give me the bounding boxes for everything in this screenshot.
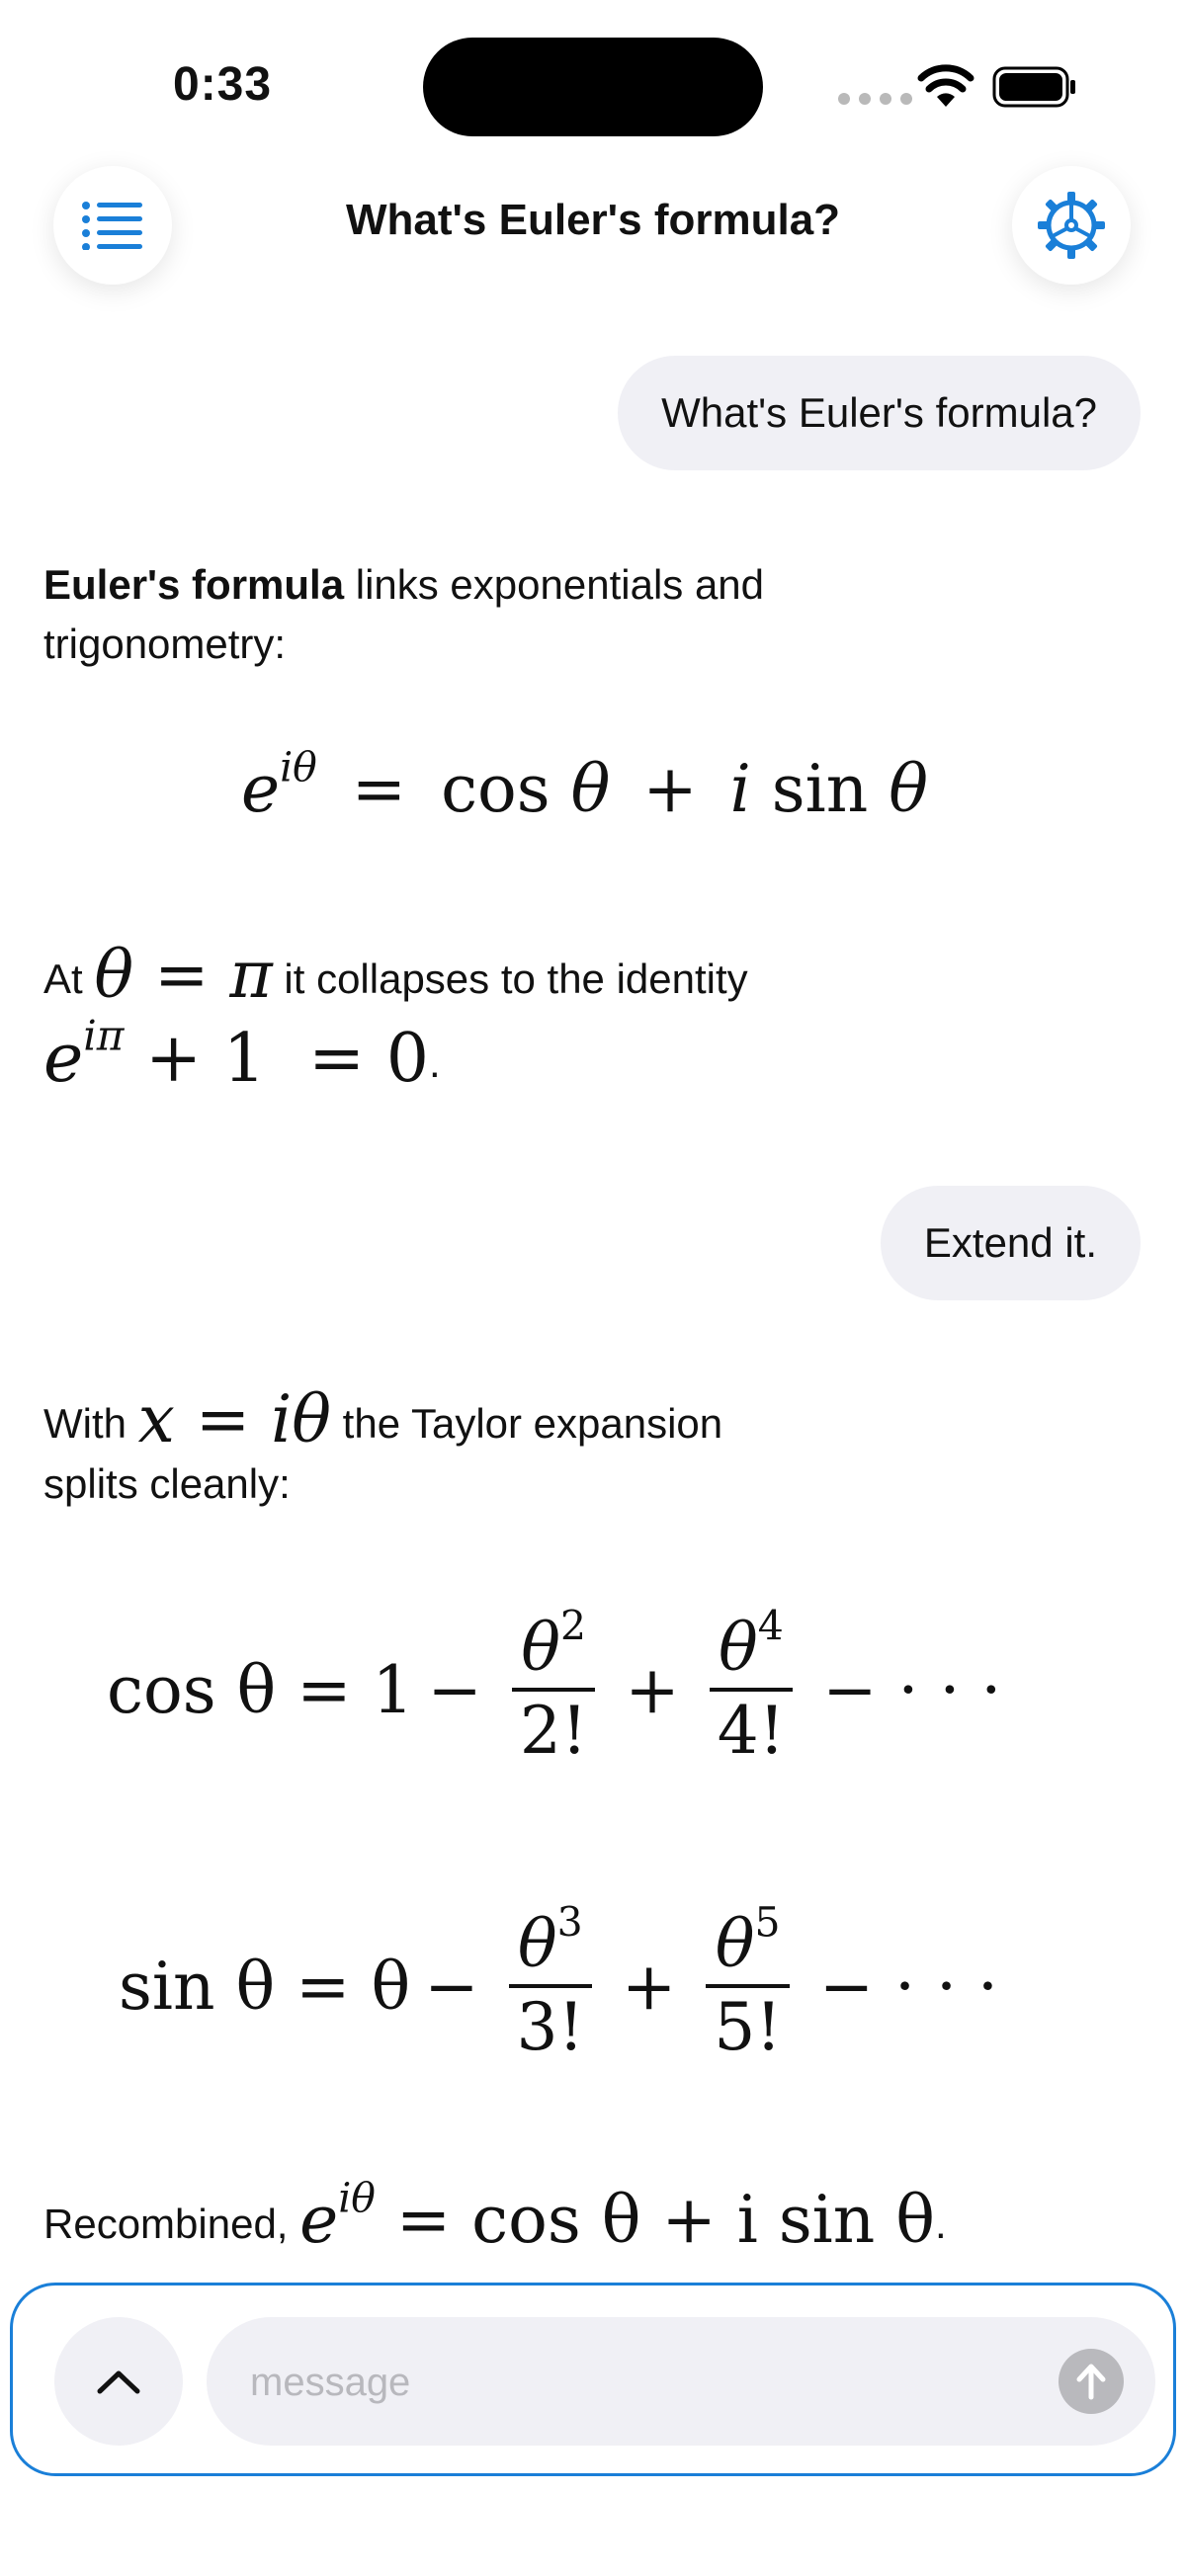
menu-button[interactable] bbox=[53, 166, 172, 285]
send-button[interactable] bbox=[1059, 2349, 1124, 2414]
taylor-intro-line-2: splits cleanly: bbox=[43, 1460, 291, 1507]
message-composer bbox=[10, 2283, 1176, 2476]
dynamic-island bbox=[423, 38, 763, 136]
settings-button[interactable] bbox=[1012, 166, 1131, 285]
battery-icon bbox=[992, 66, 1075, 108]
taylor-intro-line: With x = iθ the Taylor expansion bbox=[43, 1381, 723, 1457]
wifi-icon bbox=[917, 64, 974, 107]
assistant-intro-text: Euler's formula links exponentials and t… bbox=[43, 561, 765, 667]
recombined-math: eiθ = cos θ + i sin θ bbox=[299, 2174, 936, 2258]
fraction: θ3 3! bbox=[508, 1902, 593, 2067]
recombined-line: Recombined, eiθ = cos θ + i sin θ. bbox=[43, 2174, 947, 2258]
list-icon bbox=[82, 202, 142, 250]
page-title: What's Euler's formula? bbox=[345, 196, 841, 244]
expand-button[interactable] bbox=[54, 2317, 183, 2446]
sin-taylor-series: sin θ = θ − θ3 3! + θ5 5! − · · · bbox=[119, 1898, 999, 2067]
euler-identity-line: eiπ + 1 = 0. bbox=[43, 1011, 441, 1098]
user-message-bubble: What's Euler's formula? bbox=[618, 356, 1141, 470]
gear-icon bbox=[1038, 192, 1105, 259]
theta-equals-pi-math: θ = π bbox=[94, 937, 273, 1013]
chevron-up-icon bbox=[97, 2370, 140, 2394]
fraction: θ2 2! bbox=[511, 1606, 596, 1771]
euler-formula-equation: eiθ = cos θ + i sin θ bbox=[241, 743, 928, 827]
cellular-signal-icon bbox=[838, 93, 912, 105]
bold-term: Euler's formula bbox=[43, 561, 345, 608]
theta-pi-line: At θ = π it collapses to the identity bbox=[43, 937, 748, 1013]
status-time: 0:33 bbox=[173, 58, 273, 111]
fraction: θ5 5! bbox=[706, 1902, 790, 2067]
message-input[interactable] bbox=[248, 2317, 1043, 2448]
fraction: θ4 4! bbox=[709, 1606, 794, 1771]
x-equals-itheta-math: x = iθ bbox=[137, 1381, 331, 1457]
euler-identity-math: eiπ + 1 = 0 bbox=[43, 1011, 430, 1098]
cos-taylor-series: cos θ = 1 − θ2 2! + θ4 4! − · · · bbox=[107, 1602, 1002, 1771]
arrow-up-icon bbox=[1076, 2364, 1106, 2400]
message-field bbox=[207, 2317, 1155, 2448]
user-message-bubble: Extend it. bbox=[880, 1186, 1141, 1300]
